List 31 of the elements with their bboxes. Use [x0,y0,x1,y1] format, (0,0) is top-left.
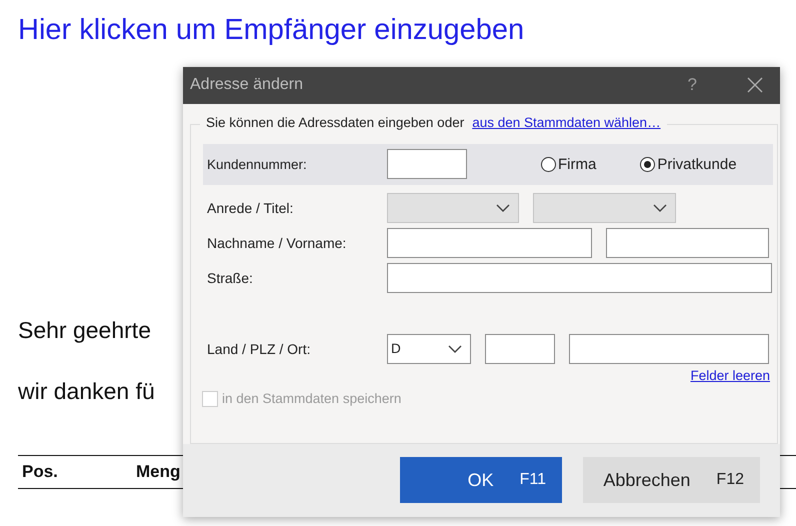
chevron-down-icon [448,344,462,353]
master-data-link[interactable]: aus den Stammdaten wählen… [472,114,661,130]
letter-text: wir danken fü [18,378,155,405]
input-field[interactable] [569,334,769,364]
dropdown[interactable]: D [387,334,471,364]
letter-text: Sehr geehrte [18,317,151,344]
clear-fields-link[interactable]: Felder leeren [690,368,770,383]
input-field[interactable] [387,228,592,258]
chevron-down-icon [496,204,510,212]
help-button[interactable]: ? [688,75,697,96]
ok-button[interactable]: OK F11 [400,457,562,504]
customer-type-radio[interactable]: Privatkunde [640,156,737,173]
intro-text: Sie können die Adressdaten eingeben oder [206,114,464,130]
field-label: Straße: [207,270,254,286]
input-field[interactable] [485,334,555,364]
chevron-down-icon [653,204,667,212]
column-header: Pos. [21,462,59,482]
checkbox-label: in den Stammdaten speichern [222,391,402,406]
input-field[interactable] [606,228,769,258]
close-icon[interactable] [747,77,763,94]
field-label: Nachname / Vorname: [207,234,348,251]
field-label: Anrede / Titel: [207,200,294,216]
recipient-placeholder[interactable]: Hier klicken um Empfänger einzugeben [18,14,796,47]
cancel-button[interactable]: Abbrechen F12 [583,457,760,504]
field-label: Kundennummer: [207,156,308,172]
customer-number-field[interactable] [387,149,467,180]
field-label: Land / PLZ / Ort: [207,340,312,357]
input-field[interactable] [387,262,772,293]
window-title: Adresse ändern [190,76,304,94]
customer-type-radio[interactable]: Firma [541,156,596,173]
column-header: Meng [135,462,182,482]
